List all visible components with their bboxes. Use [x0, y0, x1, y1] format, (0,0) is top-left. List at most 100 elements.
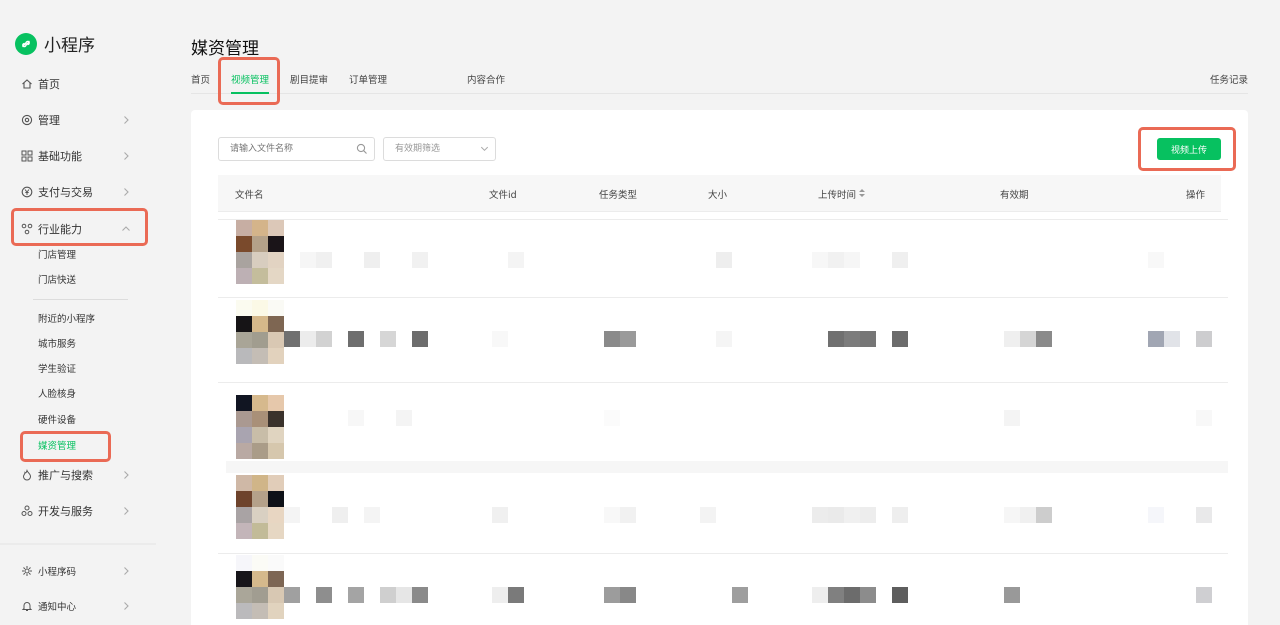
row-divider	[218, 382, 1228, 383]
blurred-cell	[844, 331, 860, 347]
blurred-cell	[1196, 331, 1212, 347]
blurred-cell	[284, 587, 300, 603]
video-thumbnail[interactable]	[236, 555, 284, 619]
tab-bar: 首页 视频管理 剧目提审 订单管理 内容合作 任务记录	[191, 72, 1248, 94]
video-thumbnail[interactable]	[236, 220, 284, 284]
sidebar-item-payment[interactable]: 支付与交易	[20, 182, 132, 202]
blurred-cell	[508, 252, 524, 268]
tab-drama-review[interactable]: 剧目提审	[290, 72, 328, 86]
chevron-right-icon	[124, 602, 129, 610]
link-icon	[20, 505, 33, 518]
tab-content-coop[interactable]: 内容合作	[467, 72, 505, 86]
column-header-task-type: 任务类型	[599, 190, 638, 201]
blurred-cell	[300, 331, 316, 347]
blurred-cell	[396, 587, 412, 603]
sidebar-subitem-student[interactable]: 学生验证	[38, 363, 76, 377]
blurred-cell	[700, 507, 716, 523]
sidebar-item-label: 小程序码	[38, 567, 77, 578]
blurred-cell	[284, 331, 300, 347]
task-record-link[interactable]: 任务记录	[1210, 72, 1248, 86]
sidebar-item-dev[interactable]: 开发与服务	[20, 501, 132, 521]
row-divider	[218, 219, 1228, 220]
brand-name: 小程序	[44, 36, 95, 56]
column-header-size: 大小	[708, 190, 728, 201]
sidebar-item-label: 基础功能	[38, 150, 82, 163]
sidebar-subitem-delivery[interactable]: 门店快送	[38, 274, 76, 288]
row-divider	[226, 461, 1228, 473]
blurred-cell	[1020, 507, 1036, 523]
blurred-cell	[604, 587, 620, 603]
blurred-cell	[300, 252, 316, 268]
blurred-cell	[508, 587, 524, 603]
blurred-cell	[316, 331, 332, 347]
row-divider	[218, 553, 1228, 554]
sidebar-item-promotion[interactable]: 推广与搜索	[20, 465, 132, 485]
blurred-cell	[812, 587, 828, 603]
blurred-cell	[1004, 410, 1020, 426]
sidebar-item-label: 首页	[38, 78, 60, 91]
chevron-right-icon	[124, 471, 129, 479]
blurred-cell	[1164, 331, 1180, 347]
blurred-cell	[892, 252, 908, 268]
blurred-cell	[812, 507, 828, 523]
sort-icon[interactable]	[858, 188, 866, 198]
sidebar-item-basic[interactable]: 基础功能	[20, 146, 132, 166]
search-input[interactable]	[218, 137, 375, 161]
blurred-cell	[1004, 507, 1020, 523]
sidebar-item-label: 推广与搜索	[38, 469, 93, 482]
search-icon[interactable]	[356, 143, 368, 155]
blurred-cell	[492, 507, 508, 523]
sidebar-subitem-city[interactable]: 城市服务	[38, 338, 76, 352]
sidebar-subitem-hardware[interactable]: 硬件设备	[38, 414, 76, 428]
blurred-cell	[828, 331, 844, 347]
blurred-cell	[1148, 331, 1164, 347]
sidebar-subitem-face[interactable]: 人脸核身	[38, 388, 76, 402]
blurred-cell	[892, 331, 908, 347]
chevron-down-icon	[480, 146, 489, 152]
video-thumbnail[interactable]	[236, 395, 284, 459]
chevron-right-icon	[124, 152, 129, 160]
flame-icon	[20, 469, 33, 482]
blurred-cell	[1004, 331, 1020, 347]
blurred-cell	[844, 252, 860, 268]
sidebar-item-label: 开发与服务	[38, 505, 93, 518]
sidebar-item-notifications[interactable]: 通知中心	[20, 596, 132, 616]
blurred-cell	[412, 252, 428, 268]
blurred-cell	[860, 331, 876, 347]
video-thumbnail[interactable]	[236, 300, 284, 364]
blurred-cell	[364, 507, 380, 523]
blurred-cell	[716, 331, 732, 347]
blurred-cell	[364, 252, 380, 268]
tab-home[interactable]: 首页	[191, 72, 210, 86]
blurred-cell	[620, 587, 636, 603]
blurred-cell	[892, 507, 908, 523]
qrcode-icon	[20, 565, 33, 578]
blurred-cell	[412, 331, 428, 347]
blurred-cell	[604, 507, 620, 523]
blurred-cell	[860, 587, 876, 603]
sidebar-item-home[interactable]: 首页	[20, 74, 132, 94]
blurred-cell	[316, 587, 332, 603]
column-header-validity: 有效期	[1000, 190, 1029, 201]
miniprogram-logo-icon	[15, 32, 37, 55]
blurred-cell	[380, 331, 396, 347]
blurred-cell	[1004, 587, 1020, 603]
table-header: 文件名 文件id 任务类型 大小 上传时间 有效期 操作	[218, 175, 1221, 212]
video-thumbnail[interactable]	[236, 475, 284, 539]
brand[interactable]: 小程序	[15, 31, 95, 56]
yen-icon	[20, 186, 33, 199]
blurred-cell	[860, 507, 876, 523]
sidebar-item-qrcode[interactable]: 小程序码	[20, 561, 132, 581]
sidebar-subitem-store[interactable]: 门店管理	[38, 249, 76, 263]
blurred-cell	[1148, 507, 1164, 523]
blurred-cell	[1148, 252, 1164, 268]
sidebar-subitem-nearby[interactable]: 附近的小程序	[38, 313, 95, 327]
tab-order-manage[interactable]: 订单管理	[349, 72, 387, 86]
column-header-actions: 操作	[1186, 190, 1206, 201]
annotation-highlight	[218, 57, 280, 105]
blurred-cell	[380, 587, 396, 603]
sidebar-item-label: 通知中心	[38, 602, 77, 613]
blurred-cell	[1036, 507, 1052, 523]
sidebar-item-manage[interactable]: 管理	[20, 110, 132, 130]
column-header-upload-time[interactable]: 上传时间	[818, 187, 856, 201]
